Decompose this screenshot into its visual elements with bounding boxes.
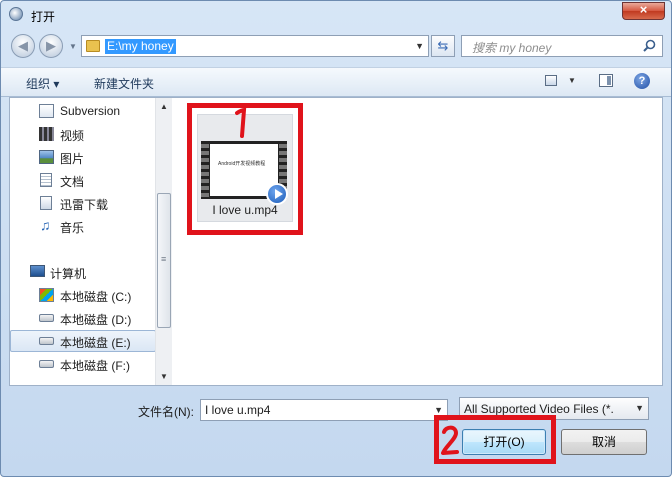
address-dropdown-icon[interactable]: ▼ bbox=[415, 41, 424, 51]
file-type-value: All Supported Video Files (*. bbox=[464, 402, 614, 416]
annotation-number-2 bbox=[441, 425, 459, 455]
change-view-icon[interactable] bbox=[545, 75, 557, 86]
filename-dropdown-icon[interactable]: ▼ bbox=[434, 405, 443, 415]
navigation-pane: Subversion 视频 图片 文档 迅雷下载 ♫ 音乐 计算机 本地磁盘 (… bbox=[10, 98, 172, 385]
address-path: E:\my honey bbox=[105, 39, 176, 54]
scroll-down-icon[interactable]: ▼ bbox=[160, 372, 168, 381]
system-drive-icon bbox=[39, 288, 54, 302]
forward-arrow-icon: ▶ bbox=[46, 38, 56, 53]
search-icon[interactable] bbox=[643, 39, 656, 52]
nav-item-label: Subversion bbox=[60, 104, 121, 118]
hard-drive-icon bbox=[39, 360, 54, 368]
new-folder-button[interactable]: 新建文件夹 bbox=[94, 75, 154, 92]
nav-item-label: 文档 bbox=[60, 175, 85, 189]
music-note-icon: ♫ bbox=[40, 217, 51, 233]
forward-button[interactable]: ▶ bbox=[39, 34, 63, 58]
nav-item-label: 计算机 bbox=[50, 267, 87, 281]
title-bar[interactable]: 打开 × bbox=[1, 1, 671, 29]
scrollbar-thumb[interactable]: ≡ bbox=[157, 193, 171, 328]
nav-item-label: 本地磁盘 (F:) bbox=[60, 359, 130, 373]
open-file-dialog: 打开 × ◀ ▶ ▼ E:\my honey ▼ ⇆ 搜索 my honey 组… bbox=[0, 0, 672, 477]
annotation-number-1 bbox=[235, 108, 247, 138]
nav-item-label: 本地磁盘 (D:) bbox=[60, 313, 132, 327]
nav-item-pictures[interactable]: 图片 bbox=[10, 146, 156, 168]
help-icon[interactable]: ? bbox=[634, 73, 650, 89]
navigation-scrollbar[interactable]: ▲ ≡ ▼ bbox=[155, 98, 172, 385]
preview-pane-icon[interactable] bbox=[599, 74, 613, 87]
filename-input[interactable]: I love u.mp4 ▼ bbox=[200, 399, 448, 421]
search-placeholder: 搜索 my honey bbox=[472, 41, 552, 55]
file-type-dropdown-icon[interactable]: ▼ bbox=[635, 403, 644, 413]
nav-item-label: 迅雷下载 bbox=[60, 198, 109, 212]
nav-item-label: 音乐 bbox=[60, 221, 85, 235]
folder-icon bbox=[86, 40, 100, 52]
filename-label: 文件名(N): bbox=[138, 405, 194, 419]
subversion-icon bbox=[39, 104, 54, 118]
nav-item-label: 本地磁盘 (C:) bbox=[60, 290, 132, 304]
window-title: 打开 bbox=[31, 10, 56, 24]
view-options-dropdown[interactable]: ▼ bbox=[568, 76, 576, 85]
hard-drive-icon bbox=[39, 337, 54, 345]
nav-item-thunder-downloads[interactable]: 迅雷下载 bbox=[10, 192, 156, 214]
nav-item-computer[interactable]: 计算机 bbox=[10, 261, 156, 283]
nav-item-music[interactable]: ♫ 音乐 bbox=[10, 215, 156, 237]
filename-value: I love u.mp4 bbox=[205, 403, 271, 417]
close-icon: × bbox=[639, 2, 648, 17]
nav-item-label: 本地磁盘 (E:) bbox=[60, 336, 131, 350]
nav-item-subversion[interactable]: Subversion bbox=[10, 100, 156, 122]
back-button[interactable]: ◀ bbox=[11, 34, 35, 58]
refresh-icon: ⇆ bbox=[437, 38, 449, 53]
nav-item-label: 视频 bbox=[60, 129, 85, 143]
address-input[interactable]: E:\my honey ▼ bbox=[81, 35, 429, 57]
scroll-up-icon[interactable]: ▲ bbox=[160, 102, 168, 111]
nav-item-documents[interactable]: 文档 bbox=[10, 169, 156, 191]
cancel-button[interactable]: 取消 bbox=[561, 429, 647, 455]
browser-area: Subversion 视频 图片 文档 迅雷下载 ♫ 音乐 计算机 本地磁盘 (… bbox=[9, 97, 663, 386]
nav-item-videos[interactable]: 视频 bbox=[10, 123, 156, 145]
search-input[interactable]: 搜索 my honey bbox=[461, 35, 663, 57]
back-arrow-icon: ◀ bbox=[18, 38, 28, 53]
nav-item-drive-f[interactable]: 本地磁盘 (F:) bbox=[10, 353, 156, 375]
nav-item-label: 图片 bbox=[60, 152, 85, 166]
hard-drive-icon bbox=[39, 314, 54, 322]
nav-item-drive-e[interactable]: 本地磁盘 (E:) bbox=[10, 330, 156, 352]
picture-library-icon bbox=[39, 150, 54, 164]
app-icon bbox=[9, 7, 23, 21]
recent-pages-dropdown[interactable]: ▼ bbox=[69, 42, 77, 51]
download-folder-icon bbox=[40, 196, 52, 210]
computer-icon bbox=[30, 265, 45, 277]
command-bar: 组织 ▾ 新建文件夹 ▼ ? bbox=[1, 67, 671, 97]
address-bar-row: ◀ ▶ ▼ E:\my honey ▼ ⇆ 搜索 my honey bbox=[1, 31, 671, 65]
document-library-icon bbox=[40, 173, 52, 187]
grip-icon: ≡ bbox=[161, 254, 167, 264]
refresh-button[interactable]: ⇆ bbox=[431, 35, 455, 57]
nav-item-drive-d[interactable]: 本地磁盘 (D:) bbox=[10, 307, 156, 329]
organize-button[interactable]: 组织 ▾ bbox=[26, 75, 59, 92]
video-library-icon bbox=[39, 127, 54, 141]
close-button[interactable]: × bbox=[622, 2, 665, 20]
nav-item-drive-c[interactable]: 本地磁盘 (C:) bbox=[10, 284, 156, 306]
